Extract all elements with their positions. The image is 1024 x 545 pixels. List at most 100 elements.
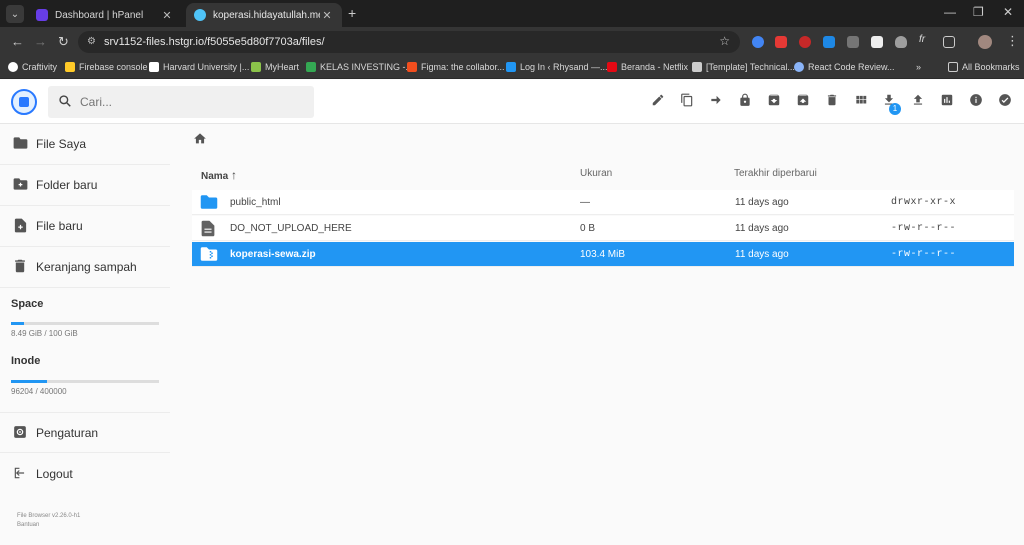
sort-arrow-up-icon: ↑ [231, 168, 238, 182]
new-tab-icon[interactable]: + [348, 5, 356, 21]
sidebar-item-my-files[interactable]: File Saya [0, 124, 170, 165]
lock-icon[interactable] [736, 93, 754, 111]
sidebar-item-trash[interactable]: Keranjang sampah [0, 247, 170, 288]
bookmark-star-icon[interactable]: ☆ [719, 34, 730, 48]
search-input[interactable] [80, 95, 280, 109]
table-row[interactable]: DO_NOT_UPLOAD_HERE 0 B 11 days ago -rw-r… [192, 216, 1014, 241]
logout-icon [12, 466, 28, 482]
inode-title: Inode [11, 355, 41, 367]
disk-usage-chart-icon[interactable] [938, 93, 956, 111]
restore-icon[interactable]: ❐ [973, 5, 984, 19]
bookmark-item[interactable]: Craftivity [8, 62, 57, 72]
column-size-header[interactable]: Ukuran [580, 168, 612, 179]
url-text: srv1152-files.hstgr.io/f5055e5d80f7703a/… [104, 36, 325, 48]
tab-search-icon[interactable]: ⌄ [6, 5, 24, 23]
all-bookmarks[interactable]: All Bookmarks [948, 62, 1020, 72]
more-bookmarks-icon[interactable]: » [916, 62, 921, 72]
site-info-icon[interactable]: ⚙ [87, 36, 96, 47]
help-link[interactable]: Bantuan [17, 522, 39, 528]
bookmark-item[interactable]: MyHeart [251, 62, 299, 72]
sidebar-item-new-file[interactable]: File baru [0, 206, 170, 247]
sidebar-item-label: Folder baru [36, 178, 98, 192]
settings-icon [12, 425, 28, 441]
figma-icon [407, 62, 417, 72]
search-box[interactable] [48, 86, 314, 118]
bookmark-item[interactable]: KELAS INVESTING -... [306, 62, 413, 72]
file-name: public_html [230, 197, 281, 208]
space-value: 8.49 GiB / 100 GiB [11, 329, 78, 338]
font-extension-icon[interactable]: fr [919, 34, 925, 46]
trash-icon [12, 259, 28, 275]
tab-close-icon[interactable]: ✕ [320, 9, 334, 22]
grid-view-icon[interactable] [852, 93, 870, 111]
back-icon[interactable]: ← [11, 34, 24, 49]
column-name-header[interactable]: Nama ↑ [201, 168, 237, 182]
extension-icon[interactable] [799, 36, 811, 48]
address-bar-row: ← → ↻ ⚙ srv1152-files.hstgr.io/f5055e5d8… [0, 27, 1024, 57]
bookmark-item[interactable]: [Template] Technical... [692, 62, 795, 72]
rename-pencil-icon[interactable] [649, 93, 667, 111]
minimize-icon[interactable]: — [944, 5, 956, 19]
delete-trash-icon[interactable] [823, 93, 841, 111]
bookmark-item[interactable]: Figma: the collabor... [407, 62, 505, 72]
sidebar-item-label: Pengaturan [36, 425, 99, 440]
bookmark-item[interactable]: Log In ‹ Rhysand —... [506, 62, 608, 72]
extension-icon[interactable] [871, 36, 883, 48]
tab-close-icon[interactable]: ✕ [160, 9, 174, 22]
table-row-selected[interactable]: koperasi-sewa.zip 103.4 MiB 11 days ago … [192, 242, 1014, 267]
tab-title: Dashboard | hPanel [55, 9, 144, 21]
forward-icon[interactable]: → [34, 34, 47, 49]
column-modified-header[interactable]: Terakhir diperbarui [734, 168, 817, 179]
drive-icon [306, 62, 316, 72]
extension-icon[interactable] [823, 36, 835, 48]
extensions-puzzle-icon[interactable] [943, 36, 955, 48]
folder-icon [200, 194, 218, 210]
sidebar-item-new-folder[interactable]: Folder baru [0, 165, 170, 206]
url-bar[interactable]: ⚙ srv1152-files.hstgr.io/f5055e5d80f7703… [78, 31, 740, 53]
sidebar-item-label: Logout [36, 466, 73, 481]
sidebar-item-settings[interactable]: Pengaturan [0, 412, 170, 453]
move-arrow-icon[interactable] [707, 93, 725, 111]
zip-file-icon [200, 246, 218, 262]
archive-icon[interactable] [765, 93, 783, 111]
sidebar: File Saya Folder baru File baru Keranjan… [0, 124, 170, 545]
shield-extension-icon[interactable] [895, 36, 907, 48]
reload-icon[interactable]: ↻ [58, 34, 69, 50]
bookmarks-bar: Craftivity Firebase console Harvard Univ… [0, 57, 1024, 79]
browser-menu-icon[interactable]: ⋮ [1006, 33, 1019, 49]
file-modified: 11 days ago [735, 223, 789, 234]
extension-react-icon[interactable] [752, 36, 764, 48]
tab-dashboard[interactable]: Dashboard | hPanel ✕ [28, 3, 182, 27]
copy-icon[interactable] [678, 93, 696, 111]
version-text: File Browser v2.26.0-h1 [17, 513, 81, 519]
inode-progress-bar [11, 380, 159, 383]
file-size: 103.4 MiB [580, 249, 626, 260]
breadcrumb-home-icon[interactable] [193, 131, 207, 147]
sidebar-item-label: File baru [36, 219, 83, 233]
x-icon [149, 62, 159, 72]
table-row[interactable]: public_html — 11 days ago drwxr-xr-x [192, 190, 1014, 215]
window-close-icon[interactable]: ✕ [1003, 5, 1013, 19]
tab-koperasi[interactable]: koperasi.hidayatullah.me - kop ✕ [186, 3, 342, 27]
file-modified: 11 days ago [735, 249, 789, 260]
download-count-badge: 1 [889, 103, 901, 115]
filebrowser-logo[interactable] [11, 89, 37, 115]
profile-avatar[interactable] [978, 35, 992, 49]
upload-icon[interactable] [909, 93, 927, 111]
bookmark-item[interactable]: Firebase console [65, 62, 148, 72]
bookmark-item[interactable]: Beranda - Netflix [607, 62, 688, 72]
bookmark-item[interactable]: Harvard University |... [149, 62, 249, 72]
select-check-icon[interactable] [996, 93, 1014, 111]
extension-icon[interactable] [775, 36, 787, 48]
bookmark-item[interactable]: React Code Review... [794, 62, 895, 72]
file-name: koperasi-sewa.zip [230, 249, 316, 260]
file-permissions: drwxr-xr-x [891, 197, 957, 208]
extension-icon[interactable] [847, 36, 859, 48]
firebase-icon [65, 62, 75, 72]
sidebar-item-logout[interactable]: Logout [0, 453, 170, 494]
hpanel-favicon-icon [36, 9, 48, 21]
sidebar-item-label: Keranjang sampah [36, 260, 137, 274]
unarchive-icon[interactable] [794, 93, 812, 111]
info-icon[interactable] [967, 93, 985, 111]
note-add-icon [12, 218, 28, 234]
